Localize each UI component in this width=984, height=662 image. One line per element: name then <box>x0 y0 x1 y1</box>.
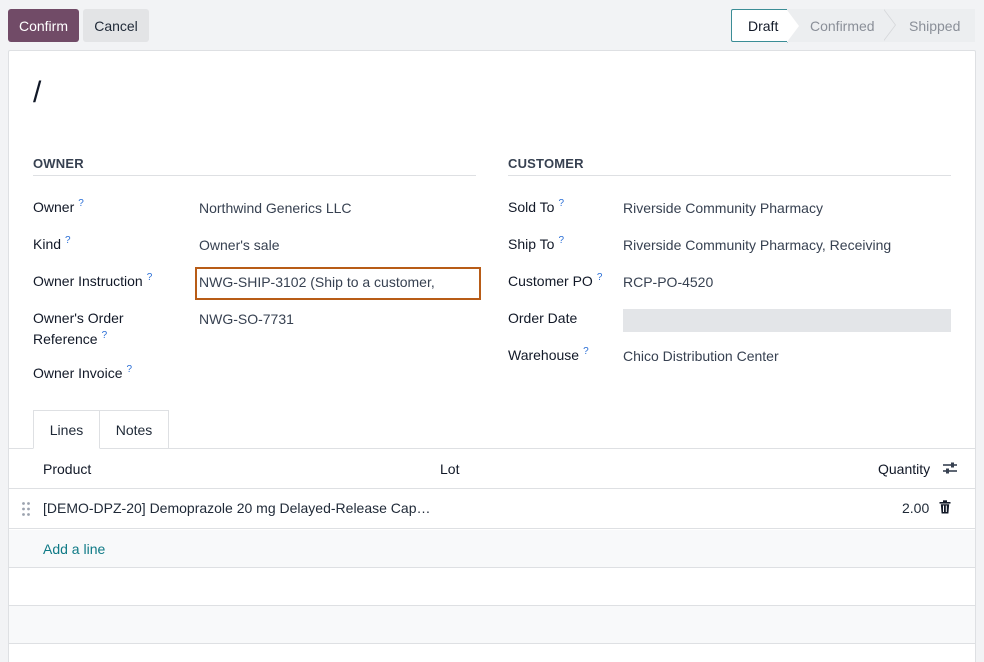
cancel-button[interactable]: Cancel <box>83 9 149 42</box>
empty-row <box>9 568 975 606</box>
ship-to-field[interactable]: Riverside Community Pharmacy, Receiving <box>623 235 891 256</box>
help-icon[interactable]: ? <box>65 235 71 246</box>
form-sheet: / OWNER Owner? Northwind Generics LLC Ki… <box>8 50 976 662</box>
warehouse-field[interactable]: Chico Distribution Center <box>623 346 779 367</box>
owner-label: Owner? <box>33 198 84 215</box>
sold-to-label: Sold To? <box>508 198 565 215</box>
column-header-lot[interactable]: Lot <box>440 461 459 477</box>
drag-handle-icon[interactable] <box>21 501 31 517</box>
notebook-tabs: Lines Notes <box>33 410 169 449</box>
tab-lines[interactable]: Lines <box>33 410 100 449</box>
order-date-label: Order Date <box>508 310 578 326</box>
tab-notes[interactable]: Notes <box>100 410 169 449</box>
confirm-button[interactable]: Confirm <box>8 9 79 42</box>
column-header-product[interactable]: Product <box>43 461 91 477</box>
table-row[interactable]: [DEMO-DPZ-20] Demoprazole 20 mg Delayed-… <box>9 489 975 529</box>
line-product[interactable]: [DEMO-DPZ-20] Demoprazole 20 mg Delayed-… <box>43 500 430 516</box>
help-icon[interactable]: ? <box>78 198 84 209</box>
owner-invoice-label: Owner Invoice? <box>33 364 133 381</box>
line-quantity[interactable]: 2.00 <box>902 500 929 516</box>
owner-instruction-label: Owner Instruction? <box>33 272 153 289</box>
column-header-quantity[interactable]: Quantity <box>878 461 930 477</box>
sold-to-field[interactable]: Riverside Community Pharmacy <box>623 198 823 219</box>
help-icon[interactable]: ? <box>147 272 153 283</box>
control-panel: Confirm Cancel Draft Confirmed Shipped <box>0 0 984 50</box>
record-name[interactable]: / <box>33 76 41 110</box>
sliders-icon[interactable] <box>942 461 958 475</box>
help-icon[interactable]: ? <box>558 235 564 246</box>
owner-order-reference-label: Owner's Order Reference? <box>33 310 124 347</box>
status-confirmed[interactable]: Confirmed <box>787 9 896 42</box>
help-icon[interactable]: ? <box>583 346 589 357</box>
owner-instruction-field[interactable]: NWG-SHIP-3102 (Ship to a customer, <box>199 272 435 293</box>
kind-label: Kind? <box>33 235 71 252</box>
status-shipped[interactable]: Shipped <box>883 9 975 42</box>
empty-row <box>9 606 975 644</box>
add-line-row: Add a line <box>9 530 975 568</box>
add-line-link[interactable]: Add a line <box>43 541 105 557</box>
warehouse-label: Warehouse? <box>508 346 589 363</box>
help-icon[interactable]: ? <box>558 198 564 209</box>
order-date-field[interactable] <box>623 309 951 332</box>
status-draft[interactable]: Draft <box>731 9 800 43</box>
help-icon[interactable]: ? <box>126 364 132 375</box>
kind-field[interactable]: Owner's sale <box>199 235 279 256</box>
owner-group-title: OWNER <box>33 156 476 176</box>
owner-field[interactable]: Northwind Generics LLC <box>199 198 352 219</box>
ship-to-label: Ship To? <box>508 235 565 252</box>
help-icon[interactable]: ? <box>597 272 603 283</box>
customer-po-field[interactable]: RCP-PO-4520 <box>623 272 713 293</box>
help-icon[interactable]: ? <box>102 330 108 341</box>
customer-po-label: Customer PO? <box>508 272 603 289</box>
trash-icon[interactable] <box>939 500 951 514</box>
owner-order-reference-field[interactable]: NWG-SO-7731 <box>199 309 294 330</box>
customer-group-title: CUSTOMER <box>508 156 951 176</box>
status-bar: Draft Confirmed Shipped <box>731 9 975 43</box>
